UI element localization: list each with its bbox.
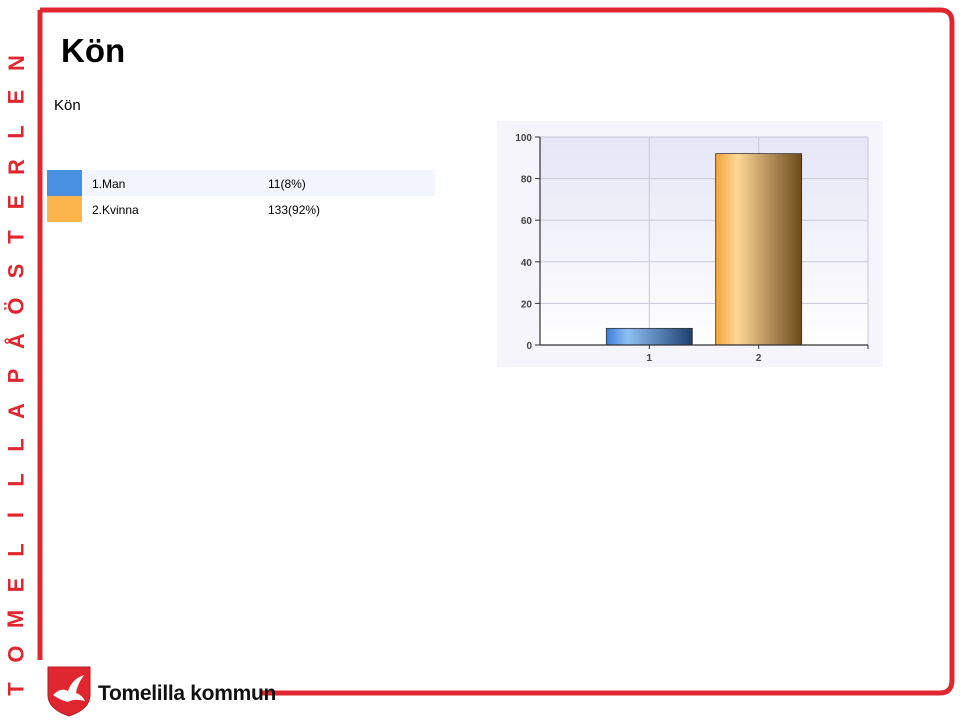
side-banner-letter: O	[3, 645, 29, 663]
bar	[605, 327, 693, 346]
side-banner-letter: E	[3, 194, 29, 210]
side-banner-letter: E	[3, 577, 29, 592]
side-banner-letter: L	[3, 543, 29, 557]
legend-value: 133(92%)	[268, 203, 321, 217]
bar	[715, 153, 803, 346]
bar-chart: 0 20 40 60 80 100 1 2	[497, 121, 883, 367]
y-tick-label: 60	[521, 216, 533, 227]
y-tick-label: 20	[521, 299, 533, 310]
side-banner-letter: L	[3, 125, 29, 139]
side-banner-letter: E	[3, 90, 29, 105]
plot-area	[540, 137, 868, 345]
legend-row: 1.Man 11(8%)	[47, 170, 435, 196]
x-tick-label: 1	[647, 353, 653, 364]
side-banner: T OM E L I L L A P Å Ö S T E R L E N	[0, 0, 33, 723]
y-tick-label: 40	[521, 258, 533, 269]
side-banner-letter: T	[3, 229, 29, 244]
side-banner-letter: L	[3, 438, 29, 453]
side-banner-letter: P	[3, 368, 29, 384]
side-banner-letter: Ö	[3, 297, 29, 315]
side-banner-letter: I	[3, 511, 29, 519]
legend-table: 1.Man 11(8%) 2.Kvinna 133(92%)	[47, 170, 435, 222]
legend-value: 11(8%)	[268, 177, 306, 191]
x-tick-label: 2	[756, 353, 762, 364]
legend-label: 1.Man	[92, 177, 126, 191]
legend-row: 2.Kvinna 133(92%)	[47, 196, 435, 222]
side-banner-letter: S	[3, 264, 29, 279]
side-banner-letter: R	[3, 159, 29, 175]
tomelilla-logo	[47, 666, 91, 717]
side-banner-letter: T	[3, 682, 29, 696]
legend-swatch-kvinna	[47, 196, 82, 222]
legend-swatch-man	[47, 170, 82, 196]
page-title: Kön	[61, 32, 126, 69]
side-banner-letter: M	[3, 610, 29, 629]
side-banner-letter: L	[3, 473, 29, 487]
side-banner-letter: Å	[3, 333, 29, 349]
side-banner-letter: A	[3, 402, 29, 419]
legend-label: 2.Kvinna	[92, 203, 139, 217]
side-banner-letter: N	[3, 54, 29, 71]
y-tick-label: 80	[521, 175, 533, 186]
y-tick-label: 100	[515, 133, 532, 144]
brand-name: Tomelilla kommun	[98, 682, 277, 705]
section-title: Kön	[54, 97, 81, 114]
y-tick-label: 0	[526, 341, 532, 352]
